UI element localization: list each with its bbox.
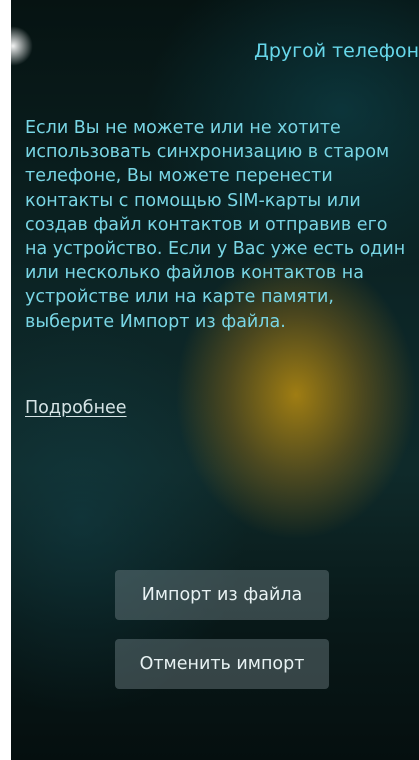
- import-from-file-button[interactable]: Импорт из файла: [115, 570, 329, 620]
- cancel-import-button[interactable]: Отменить импорт: [115, 639, 329, 689]
- page-title: Другой телефон: [253, 40, 419, 62]
- screen: Другой телефон Если Вы не можете или не …: [11, 0, 419, 760]
- light-glow: [11, 26, 33, 66]
- more-info-link[interactable]: Подробнее: [25, 398, 127, 418]
- description-text: Если Вы не можете или не хотите использо…: [25, 118, 406, 332]
